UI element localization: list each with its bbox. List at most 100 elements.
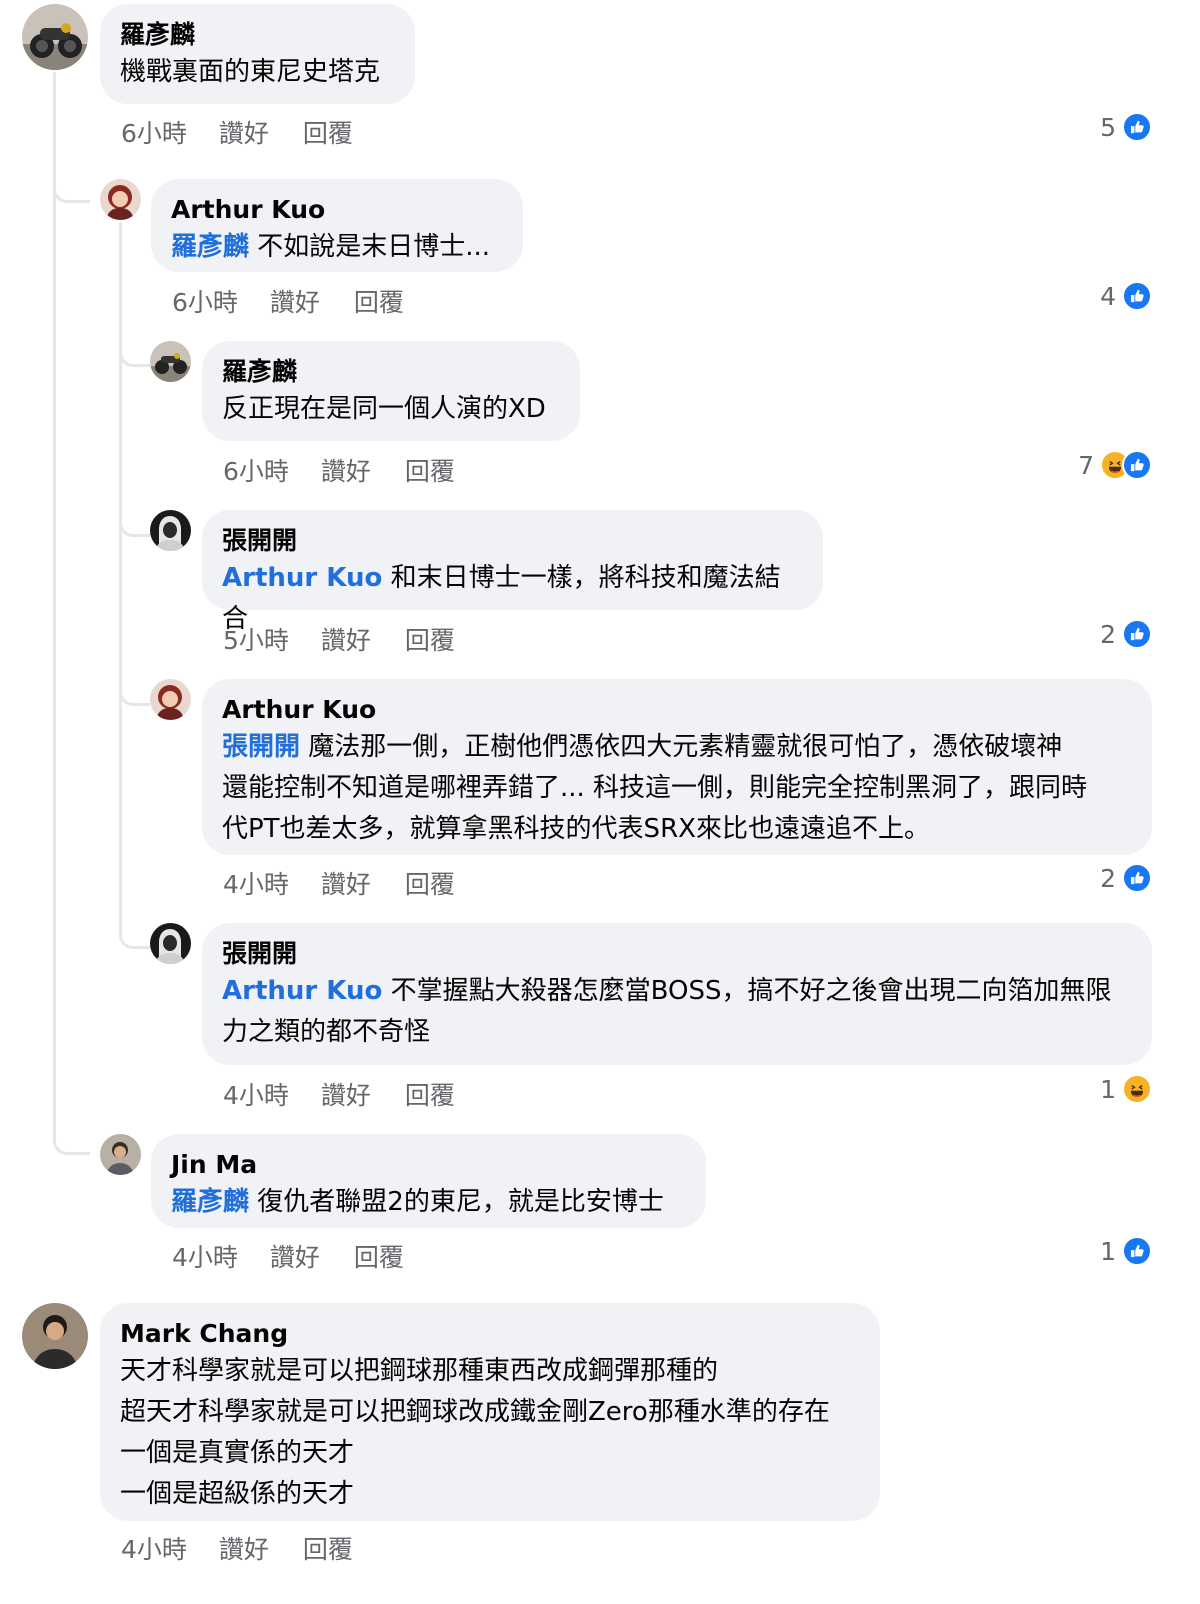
reply-button[interactable]: 回覆 (303, 1533, 353, 1567)
avatar-hooded-figure[interactable] (150, 510, 191, 551)
comment-line: 代PT也差太多，就算拿黑科技的代表SRX來比也遠遠追不上。 (222, 814, 930, 844)
avatar-hooded-figure[interactable] (150, 923, 191, 964)
like-reaction-icon (1122, 281, 1152, 311)
like-button[interactable]: 讚好 (219, 117, 269, 151)
mention-link[interactable]: 張開開 (222, 732, 300, 762)
comment-time[interactable]: 6小時 (172, 286, 238, 320)
comment-author[interactable]: Arthur Kuo (171, 193, 503, 227)
comment-time[interactable]: 4小時 (172, 1241, 238, 1275)
reaction-count: 1 (1100, 1074, 1116, 1104)
comment-bubble: Arthur Kuo 羅彥麟 不如說是末日博士... (151, 179, 523, 272)
like-button[interactable]: 讚好 (321, 624, 371, 658)
like-button[interactable]: 讚好 (321, 1079, 371, 1113)
comment-time[interactable]: 6小時 (121, 117, 187, 151)
avatar-mark-chang[interactable] (22, 1303, 88, 1369)
reply-button[interactable]: 回覆 (405, 455, 455, 489)
like-button[interactable]: 讚好 (270, 1241, 320, 1275)
comment-author[interactable]: 張開開 (222, 524, 803, 558)
comment-actions: 6小時 讚好 回覆 (172, 286, 404, 320)
comment-line: 天才科學家就是可以把鋼球那種東西改成鋼彈那種的 (120, 1356, 719, 1386)
comment-line: 一個是超級係的天才 (120, 1479, 355, 1509)
reply-button[interactable]: 回覆 (405, 1079, 455, 1113)
reaction-summary[interactable]: 7 (1078, 450, 1152, 480)
comment-author[interactable]: Arthur Kuo (222, 693, 1132, 727)
avatar-anime-girl[interactable] (150, 679, 191, 720)
comment-text: 張開開 魔法那一側，正樹他們憑依四大元素精靈就很可怕了，憑依破壞神 (222, 727, 1132, 768)
comment-body: 復仇者聯盟2的東尼，就是比安博士 (249, 1187, 664, 1217)
reaction-summary[interactable]: 1 (1100, 1074, 1152, 1104)
haha-reaction-icon (1122, 1074, 1152, 1104)
comment-author[interactable]: Mark Chang (120, 1317, 860, 1351)
comment-actions: 4小時 讚好 回覆 (223, 868, 455, 902)
avatar-motorcycle[interactable] (22, 4, 88, 70)
like-button[interactable]: 讚好 (219, 1533, 269, 1567)
reaction-summary[interactable]: 2 (1100, 863, 1152, 893)
reply-button[interactable]: 回覆 (405, 624, 455, 658)
comment-line: 力之類的都不奇怪 (222, 1017, 431, 1047)
comment-author[interactable]: 張開開 (222, 937, 1132, 971)
comment-bubble: Jin Ma 羅彥麟 復仇者聯盟2的東尼，就是比安博士 (151, 1134, 706, 1228)
reaction-summary[interactable]: 5 (1100, 112, 1152, 142)
like-button[interactable]: 讚好 (321, 868, 371, 902)
comment-author[interactable]: Jin Ma (171, 1148, 686, 1182)
like-button[interactable]: 讚好 (270, 286, 320, 320)
reaction-count: 2 (1100, 619, 1116, 649)
comment-text: 羅彥麟 復仇者聯盟2的東尼，就是比安博士 (171, 1182, 686, 1223)
reaction-count: 5 (1100, 112, 1116, 142)
comment-actions: 5小時 讚好 回覆 (223, 624, 455, 658)
comment-actions: 4小時 讚好 回覆 (223, 1079, 455, 1113)
comment-actions: 6小時 讚好 回覆 (223, 455, 455, 489)
comment-text: 機戰裏面的東尼史塔克 (120, 57, 381, 87)
comment-bubble: Mark Chang 天才科學家就是可以把鋼球那種東西改成鋼彈那種的 超天才科學… (100, 1303, 880, 1521)
comment-bubble: Arthur Kuo 張開開 魔法那一側，正樹他們憑依四大元素精靈就很可怕了，憑… (202, 679, 1152, 855)
mention-link[interactable]: Arthur Kuo (222, 563, 382, 593)
reaction-count: 2 (1100, 863, 1116, 893)
like-reaction-icon (1122, 112, 1152, 142)
reaction-summary[interactable]: 1 (1100, 1236, 1152, 1266)
comment-bubble: 羅彥麟 反正現在是同一個人演的XD (202, 341, 580, 441)
mention-link[interactable]: 羅彥麟 (171, 1187, 249, 1217)
comment-line: 一個是真實係的天才 (120, 1438, 355, 1468)
like-button[interactable]: 讚好 (321, 455, 371, 489)
comment-text: 羅彥麟 不如說是末日博士... (171, 227, 503, 268)
comment-bubble: 張開開 Arthur Kuo 和末日博士一樣，將科技和魔法結合 (202, 510, 823, 634)
comment-body: 不如說是末日博士... (249, 232, 491, 262)
reaction-summary[interactable]: 2 (1100, 619, 1152, 649)
avatar-anime-girl[interactable] (100, 179, 141, 220)
reply-button[interactable]: 回覆 (354, 286, 404, 320)
like-reaction-icon (1122, 619, 1152, 649)
like-reaction-icon (1122, 450, 1152, 480)
reply-button[interactable]: 回覆 (354, 1241, 404, 1275)
reply-button[interactable]: 回覆 (303, 117, 353, 151)
reaction-summary[interactable]: 4 (1100, 281, 1152, 311)
mention-link[interactable]: 羅彥麟 (171, 232, 249, 262)
thread-elbow-jinma (53, 1122, 90, 1155)
thread-elbow-c4 (119, 677, 150, 706)
comment-time[interactable]: 4小時 (121, 1533, 187, 1567)
thread-line-nested (119, 222, 122, 922)
comment-actions: 4小時 讚好 回覆 (172, 1241, 404, 1275)
comment-bubble: 羅彥麟 機戰裏面的東尼史塔克 (100, 4, 415, 104)
like-reaction-icon (1122, 1236, 1152, 1266)
comment-line: 超天才科學家就是可以把鋼球改成鐵金剛Zero那種水準的存在 (120, 1397, 830, 1427)
comment-author[interactable]: 羅彥麟 (120, 18, 395, 52)
comment-text: Arthur Kuo 不掌握點大殺器怎麼當BOSS，搞不好之後會出現二向箔加無限 (222, 971, 1132, 1012)
comment-time[interactable]: 6小時 (223, 455, 289, 489)
thread-elbow-c2 (119, 338, 150, 367)
comment-line: 魔法那一側，正樹他們憑依四大元素精靈就很可怕了，憑依破壞神 (300, 732, 1063, 762)
reply-button[interactable]: 回覆 (405, 868, 455, 902)
like-reaction-icon (1122, 863, 1152, 893)
avatar-motorcycle[interactable] (150, 341, 191, 382)
thread-line-root (53, 72, 56, 1142)
reaction-count: 4 (1100, 281, 1116, 311)
comment-time[interactable]: 5小時 (223, 624, 289, 658)
reaction-count: 7 (1078, 450, 1094, 480)
comment-time[interactable]: 4小時 (223, 868, 289, 902)
avatar-jin-ma[interactable] (100, 1134, 141, 1175)
thread-elbow-c1 (53, 170, 90, 203)
comment-time[interactable]: 4小時 (223, 1079, 289, 1113)
comment-author[interactable]: 羅彥麟 (222, 355, 560, 389)
comment-line: 還能控制不知道是哪裡弄錯了... 科技這一側，則能完全控制黑洞了，跟同時 (222, 773, 1088, 803)
comment-actions: 4小時 讚好 回覆 (121, 1533, 353, 1567)
mention-link[interactable]: Arthur Kuo (222, 976, 382, 1006)
